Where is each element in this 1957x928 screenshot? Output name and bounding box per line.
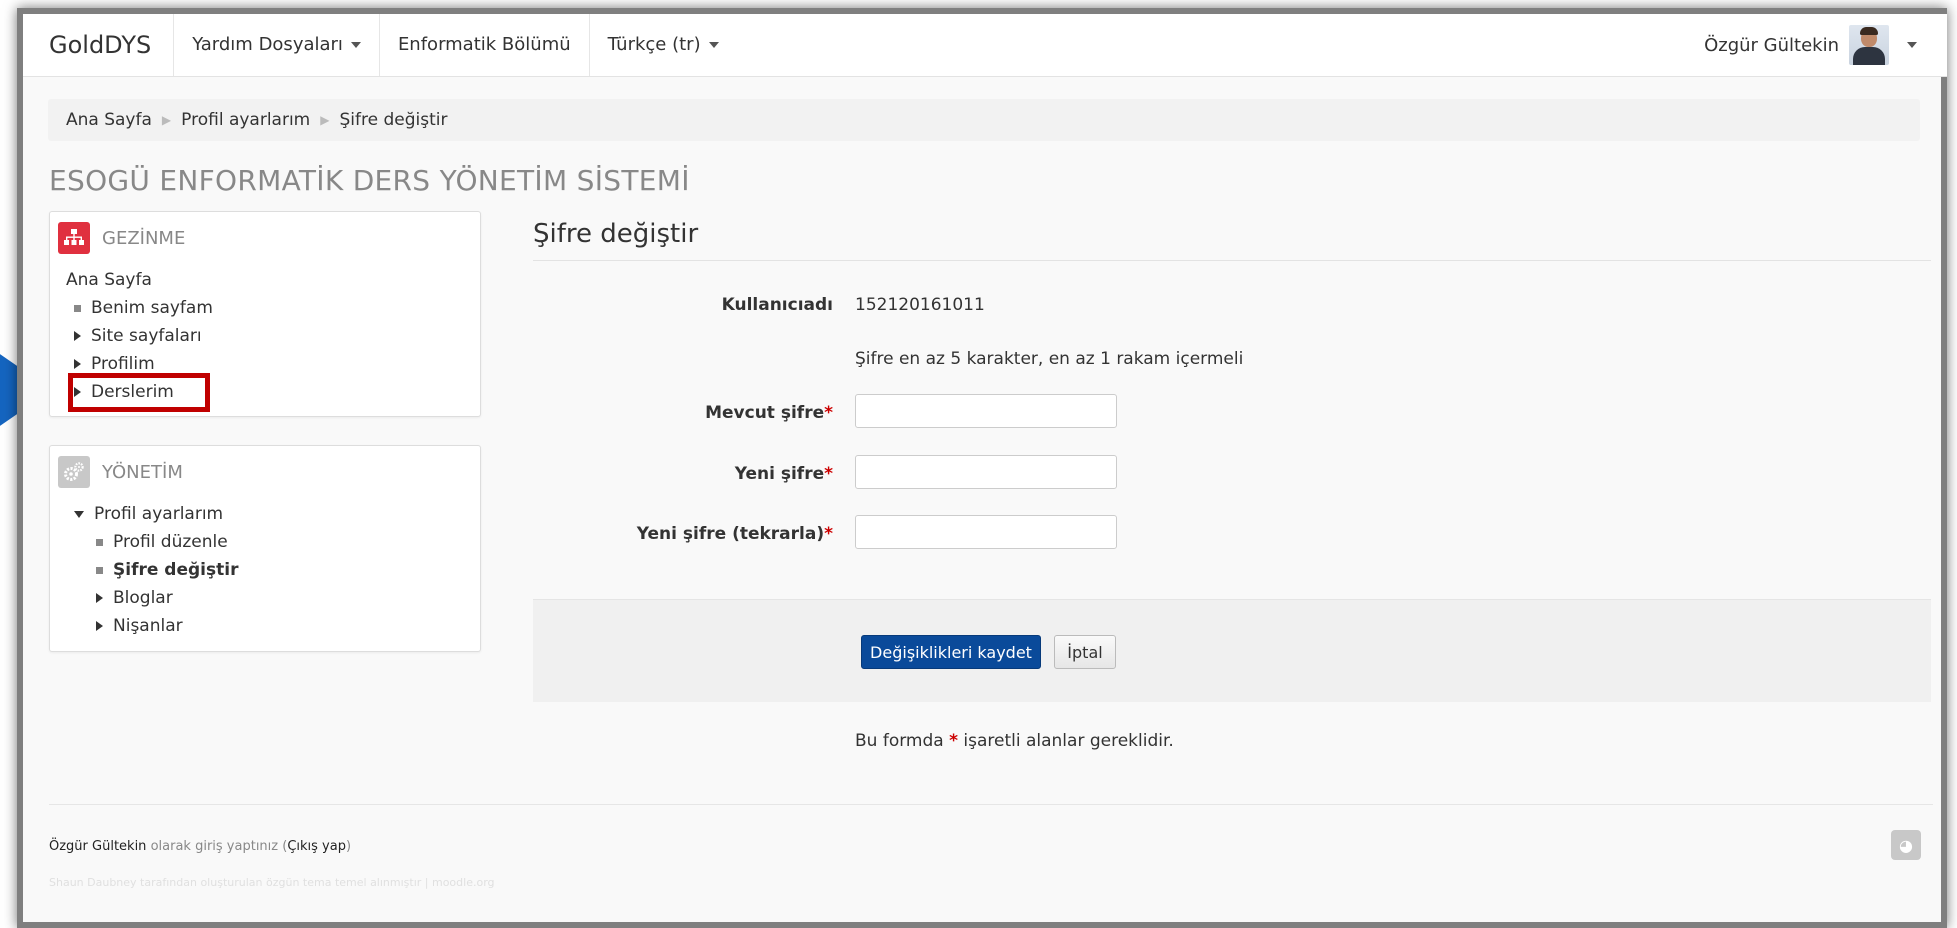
expand-arrow-icon	[74, 359, 81, 369]
password-hint: Şifre en az 5 karakter, en az 1 rakam iç…	[855, 349, 1244, 369]
admin-tree-badges[interactable]: Nişanlar	[66, 612, 462, 640]
required-note-post: işaretli alanlar gereklidir.	[963, 731, 1174, 751]
save-button[interactable]: Değişiklikleri kaydet	[861, 635, 1041, 669]
breadcrumb-current: Şifre değiştir	[339, 110, 448, 130]
highlight-box-annotation	[68, 373, 210, 412]
moodle-logo-icon[interactable]: ◕	[1891, 830, 1921, 860]
breadcrumb-profile-settings[interactable]: Profil ayarlarım	[181, 110, 310, 130]
chevron-down-icon	[708, 42, 719, 48]
footer-divider	[49, 804, 1933, 805]
language-menu[interactable]: Türkçe (tr)	[590, 14, 737, 76]
breadcrumb-separator-icon: ▶	[320, 113, 330, 127]
user-name: Özgür Gültekin	[1704, 34, 1839, 56]
required-mark: *	[824, 524, 833, 544]
admin-tree-badges-label: Nişanlar	[113, 616, 183, 636]
repeat-password-label-text: Yeni şifre (tekrarla)	[636, 524, 825, 544]
repeat-password-label: Yeni şifre (tekrarla)*	[533, 524, 833, 544]
nav-tree-my-page[interactable]: Benim sayfam	[66, 294, 462, 322]
new-password-label-text: Yeni şifre	[734, 464, 825, 484]
form-actions-bar	[533, 599, 1931, 702]
admin-tree-edit-profile[interactable]: Profil düzenle	[66, 528, 462, 556]
admin-tree-change-password[interactable]: Şifre değiştir	[66, 556, 462, 584]
collapse-arrow-icon	[74, 510, 84, 518]
nav-tree-site-pages-label: Site sayfaları	[91, 326, 202, 346]
footer-logout-link[interactable]: Çıkış yap	[287, 839, 346, 854]
nav-department-label: Enformatik Bölümü	[397, 34, 571, 55]
admin-tree-blogs-label: Bloglar	[113, 588, 173, 608]
language-label: Türkçe (tr)	[607, 34, 701, 55]
admin-tree-profile-settings-label: Profil ayarlarım	[94, 504, 224, 524]
footer-logged-in-text: olarak giriş yaptınız (	[150, 839, 288, 854]
browser-window: GoldDYS Yardım Dosyaları Enformatik Bölü…	[17, 8, 1947, 928]
user-menu[interactable]: Özgür Gültekin	[1704, 25, 1947, 65]
breadcrumb-separator-icon: ▶	[161, 113, 172, 127]
admin-tree-blogs[interactable]: Bloglar	[66, 584, 462, 612]
cancel-button[interactable]: İptal	[1054, 635, 1116, 669]
nav-tree-site-pages[interactable]: Site sayfaları	[66, 322, 462, 350]
chevron-down-icon	[350, 42, 361, 48]
nav-help-files[interactable]: Yardım Dosyaları	[174, 14, 380, 76]
page-header: ESOGÜ ENFORMATİK DERS YÖNETİM SİSTEMİ	[49, 164, 690, 197]
administration-block: YÖNETİM Profil ayarlarım Profil düzenle …	[49, 445, 481, 652]
navigation-block-header[interactable]: GEZİNME	[50, 212, 480, 264]
admin-tree-edit-profile-label: Profil düzenle	[113, 532, 228, 552]
footer-login-info: Özgür Gültekin olarak giriş yaptınız (Çı…	[49, 839, 351, 854]
required-mark: *	[824, 464, 833, 484]
nav-help-files-label: Yardım Dosyaları	[192, 34, 343, 55]
avatar	[1849, 25, 1889, 65]
title-divider	[533, 260, 1931, 261]
current-password-input[interactable]	[855, 394, 1117, 428]
brand-link[interactable]: GoldDYS	[23, 14, 175, 76]
nav-tree-my-page-label: Benim sayfam	[91, 298, 213, 318]
current-password-label-text: Mevcut şifre	[705, 403, 825, 423]
bullet-icon	[74, 304, 81, 312]
administration-block-header[interactable]: YÖNETİM	[50, 446, 480, 498]
current-password-label: Mevcut şifre*	[533, 403, 833, 423]
repeat-password-input[interactable]	[855, 515, 1117, 549]
gears-icon	[58, 456, 90, 488]
expand-arrow-icon	[96, 593, 103, 603]
navigation-block-title: GEZİNME	[102, 227, 186, 249]
username-label: Kullanıcıadı	[721, 295, 833, 315]
footer-user-link[interactable]: Özgür Gültekin	[49, 839, 146, 854]
required-note-pre: Bu formda	[855, 731, 944, 751]
footer-close-paren: )	[345, 839, 352, 854]
expand-arrow-icon	[96, 621, 103, 631]
breadcrumb-home[interactable]: Ana Sayfa	[66, 110, 152, 130]
required-fields-note: Bu formda * işaretli alanlar gereklidir.	[855, 731, 1174, 751]
nav-tree-my-profile-label: Profilim	[91, 354, 155, 374]
required-mark: *	[949, 731, 958, 751]
top-navbar: GoldDYS Yardım Dosyaları Enformatik Bölü…	[23, 14, 1947, 77]
admin-tree-change-password-label: Şifre değiştir	[113, 560, 239, 580]
chevron-down-icon	[1907, 42, 1917, 48]
nav-tree-home-label: Ana Sayfa	[66, 270, 152, 290]
nav-department[interactable]: Enformatik Bölümü	[380, 14, 590, 76]
administration-block-title: YÖNETİM	[102, 461, 183, 483]
admin-tree-profile-settings[interactable]: Profil ayarlarım	[66, 500, 462, 528]
sitemap-icon	[58, 222, 90, 254]
breadcrumb: Ana Sayfa ▶ Profil ayarlarım ▶ Şifre değ…	[48, 99, 1920, 141]
expand-arrow-icon	[74, 331, 81, 341]
nav-tree-home[interactable]: Ana Sayfa	[66, 266, 462, 294]
form-title: Şifre değiştir	[533, 219, 699, 249]
bullet-icon	[96, 538, 103, 546]
administration-tree: Profil ayarlarım Profil düzenle Şifre de…	[50, 498, 480, 652]
username-value: 152120161011	[855, 295, 985, 315]
footer-credit: Shaun Daubney tarafından oluşturulan özg…	[49, 876, 495, 889]
required-mark: *	[824, 403, 833, 423]
bullet-icon	[96, 566, 103, 574]
new-password-input[interactable]	[855, 455, 1117, 489]
new-password-label: Yeni şifre*	[533, 464, 833, 484]
